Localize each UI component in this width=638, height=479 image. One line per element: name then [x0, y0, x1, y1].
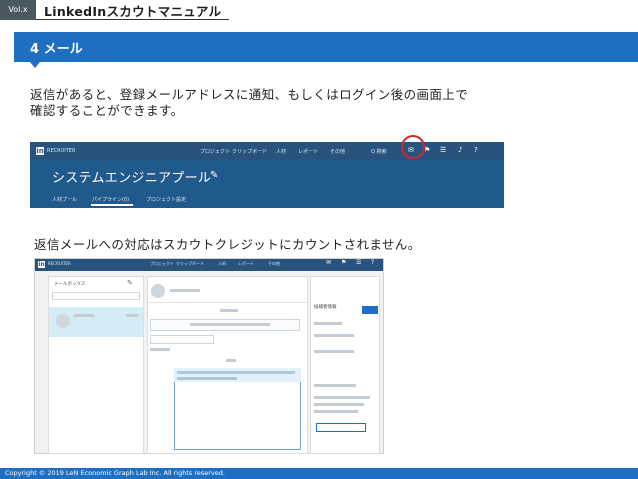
recruiter-brand-small: RECRUITER	[48, 261, 71, 266]
reply-quote-line2	[177, 377, 237, 380]
list-item-name	[74, 314, 94, 317]
list-item-date	[126, 314, 138, 317]
body-text-line2: 確認することができます。	[30, 103, 184, 118]
message-date	[220, 309, 238, 312]
inbox-nav-clipboard[interactable]: クリップボード	[176, 261, 204, 267]
edit-pencil-icon[interactable]: ✎	[210, 170, 218, 181]
inbox-nav-talent[interactable]: 人材	[218, 261, 226, 267]
message-text	[190, 323, 270, 326]
more-options-button[interactable]	[362, 306, 378, 314]
view-profile-button[interactable]	[316, 423, 366, 432]
candidate-info-header: 候補者情報	[314, 305, 337, 310]
body-text-line3: 返信メールへの対応はスカウトクレジットにカウントされません。	[34, 237, 421, 252]
candidate-section-title	[314, 384, 356, 387]
nav-item-clipboard[interactable]: クリップボード	[232, 148, 267, 155]
mailbox-list-panel	[48, 276, 144, 454]
list-icon[interactable]: ☰	[440, 146, 446, 154]
nav-item-projects[interactable]: プロジェクト	[200, 148, 230, 155]
nav-item-more[interactable]: その他	[330, 148, 345, 155]
recruiter-brand: RECRUITER	[47, 148, 76, 154]
list-icon[interactable]: ☰	[356, 259, 361, 266]
thread-contact-name	[170, 289, 200, 292]
help-icon[interactable]: ?	[371, 259, 374, 266]
mail-highlight-circle	[401, 135, 425, 159]
bell-icon[interactable]: ♪	[458, 146, 462, 154]
avatar	[56, 314, 70, 328]
message-sender	[150, 348, 170, 351]
candidate-actions	[314, 334, 354, 337]
candidate-detail-2	[314, 403, 364, 406]
compose-icon[interactable]: ✎	[127, 279, 133, 287]
nav-item-reports[interactable]: レポート	[298, 148, 318, 155]
volume-badge: Vol.x	[0, 0, 36, 20]
reply-date	[226, 359, 236, 362]
mailbox-header: メールボックス	[54, 282, 86, 287]
tab-project-settings[interactable]: プロジェクト設定	[146, 196, 186, 203]
help-icon[interactable]: ?	[474, 146, 478, 154]
candidate-detail-1	[314, 396, 370, 399]
inbox-nav-more[interactable]: その他	[268, 261, 280, 267]
linkedin-logo-small: in	[38, 261, 45, 268]
tab-pipeline[interactable]: パイプライン(0)	[92, 196, 129, 203]
search-button[interactable]: Q 検索	[371, 148, 387, 155]
avatar	[151, 284, 165, 298]
divider	[148, 302, 307, 303]
title-underline	[36, 19, 229, 20]
flag-icon[interactable]: ⚑	[341, 259, 346, 266]
mail-icon[interactable]: ✉	[326, 259, 331, 266]
candidate-name	[314, 322, 342, 325]
linkedin-logo: in	[36, 147, 44, 155]
mailbox-search-input[interactable]	[52, 292, 140, 300]
section-marker	[30, 62, 40, 68]
nav-item-talent[interactable]: 人材	[276, 148, 286, 155]
message-meta	[150, 335, 214, 344]
section-title: 4 メール	[30, 42, 83, 57]
section-bar	[14, 32, 638, 62]
tab-talent-pool[interactable]: 人材プール	[52, 196, 77, 203]
project-title: システムエンジニアプール	[52, 171, 212, 186]
candidate-detail-3	[314, 410, 358, 413]
active-tab-indicator	[91, 204, 133, 206]
candidate-tags	[314, 350, 354, 353]
reply-quote-line1	[177, 371, 295, 374]
document-title: LinkedInスカウトマニュアル	[44, 4, 222, 19]
inbox-nav-projects[interactable]: プロジェクト	[150, 261, 174, 267]
inbox-nav-reports[interactable]: レポート	[238, 261, 254, 267]
copyright-text: Copyright © 2019 LeN Economic Graph Lab …	[5, 469, 225, 477]
